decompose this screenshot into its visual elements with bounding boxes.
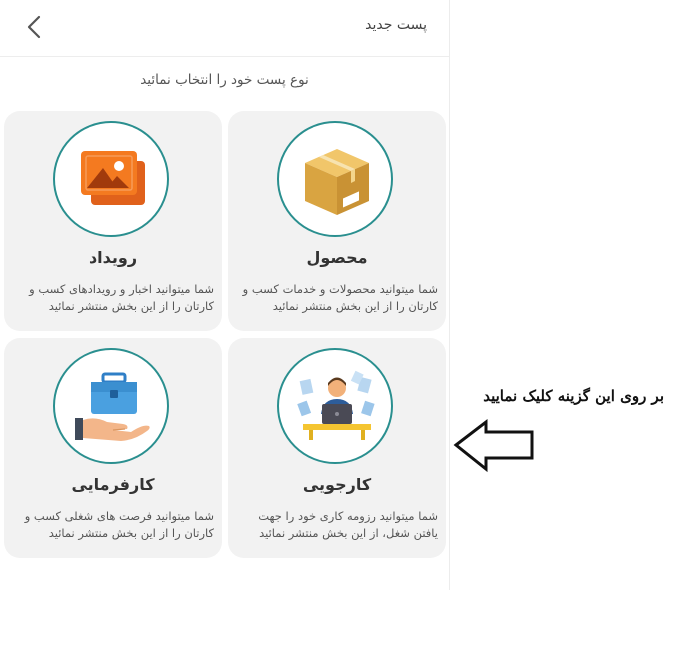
icon-circle bbox=[277, 121, 393, 237]
post-type-prompt: نوع پست خود را انتخاب نمائید bbox=[140, 72, 309, 88]
new-post-panel: پست جدید نوع پست خود را انتخاب نمائید مح… bbox=[0, 0, 450, 590]
chevron-left-icon bbox=[27, 15, 41, 39]
back-button[interactable] bbox=[18, 10, 52, 44]
card-description: شما میتوانید فرصت های شغلی کسب و کارتان … bbox=[24, 509, 214, 540]
instruction-callout: بر روی این گزینه کلیک نمایید bbox=[483, 387, 664, 405]
post-type-card-job-seeker[interactable]: کارجویی شما میتوانید رزومه کاری خود را ج… bbox=[228, 338, 446, 558]
icon-circle bbox=[53, 348, 169, 464]
box-icon bbox=[305, 149, 369, 215]
icon-circle bbox=[277, 348, 393, 464]
header-bar: پست جدید bbox=[0, 0, 449, 57]
card-title: رویداد bbox=[88, 248, 138, 267]
arrow-left-outline-icon bbox=[453, 418, 534, 473]
card-title: محصول bbox=[306, 248, 368, 267]
icon-circle bbox=[53, 121, 169, 237]
post-type-card-event[interactable]: رویداد شما میتوانید اخبار و رویدادهای کس… bbox=[4, 111, 222, 331]
images-icon bbox=[81, 151, 145, 205]
card-description: شما میتوانید اخبار و رویدادهای کسب و کار… bbox=[29, 282, 214, 313]
post-type-card-employer[interactable]: کارفرمایی شما میتوانید فرصت های شغلی کسب… bbox=[4, 338, 222, 558]
job-seeker-icon bbox=[297, 370, 375, 440]
post-type-card-product[interactable]: محصول شما میتوانید محصولات و خدمات کسب و… bbox=[228, 111, 446, 331]
card-description: شما میتوانید رزومه کاری خود را جهت یافتن… bbox=[258, 509, 438, 540]
page-title: پست جدید bbox=[365, 17, 427, 33]
card-description: شما میتوانید محصولات و خدمات کسب و کارتا… bbox=[242, 282, 438, 313]
card-title: کارفرمایی bbox=[71, 475, 155, 494]
card-title: کارجویی bbox=[302, 475, 372, 494]
briefcase-hand-icon bbox=[75, 372, 150, 441]
